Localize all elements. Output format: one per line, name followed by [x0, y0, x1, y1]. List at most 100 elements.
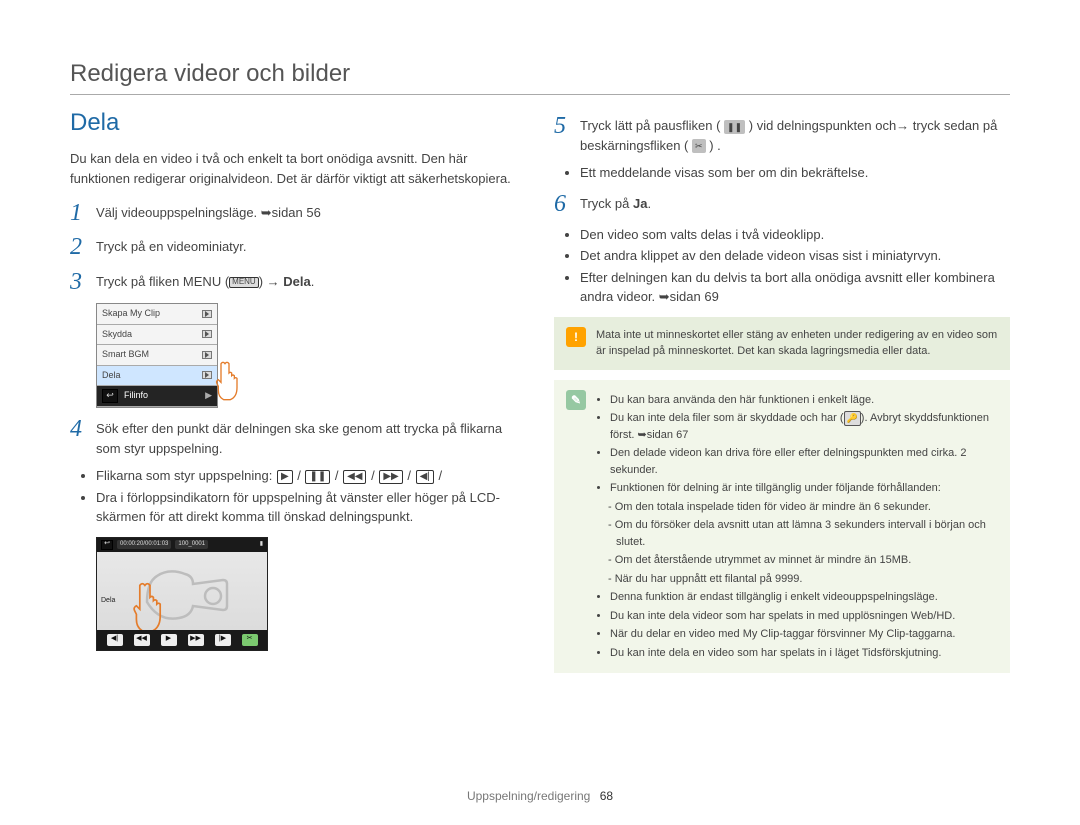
- frame-fwd-icon: |▶: [215, 634, 231, 646]
- section-title: Dela: [70, 105, 526, 141]
- bullet: Flikarna som styr uppspelning: ▶ / ❚❚ / …: [96, 466, 526, 486]
- file-name: 100_0001: [175, 540, 208, 549]
- rewind-icon: ◀◀: [134, 634, 150, 646]
- step-4: 4 Sök efter den punkt där delningen ska …: [70, 416, 526, 458]
- chevron-right-icon: [202, 330, 212, 338]
- bold-ja: Ja: [633, 196, 647, 211]
- step-2: 2 Tryck på en videominiatyr.: [70, 234, 526, 260]
- note-list: Du kan bara använda den här funktionen i…: [596, 390, 998, 664]
- forward-icon: ▶▶: [188, 634, 204, 646]
- menu-item: Skydda: [97, 325, 217, 346]
- chevron-right-icon: [202, 351, 212, 359]
- player-controls: ◀| ◀◀ ▶ ▶▶ |▶ ✂: [97, 630, 267, 650]
- step-6: 6 Tryck på Ja.: [554, 191, 1010, 217]
- step-text: Tryck lätt på pausfliken ( ❚❚ ) vid deln…: [580, 113, 1010, 155]
- menu-item-selected: Dela: [97, 366, 217, 387]
- timecode: 00:00:20/00:01:03: [117, 540, 171, 549]
- bold-dela: Dela: [283, 274, 310, 289]
- frame-back-icon: ◀|: [416, 470, 434, 484]
- text: .: [311, 274, 315, 289]
- menu-item: Skapa My Clip: [97, 304, 217, 325]
- pause-icon: ❚❚: [724, 120, 745, 134]
- step-number: 4: [70, 416, 88, 442]
- step-number: 3: [70, 269, 88, 295]
- step-text: Tryck på fliken MENU (MENU) → Dela.: [96, 269, 526, 292]
- warning-box: ! Mata inte ut minneskortet eller stäng …: [554, 317, 1010, 370]
- page-title: Redigera videor och bilder: [70, 60, 1010, 95]
- step-3: 3 Tryck på fliken MENU (MENU) → Dela.: [70, 269, 526, 295]
- bullet: Ett meddelande visas som ber om din bekr…: [580, 163, 1010, 183]
- menu-label: Skydda: [102, 328, 132, 342]
- battery-icon: ▮: [260, 540, 263, 549]
- menu-label: Skapa My Clip: [102, 307, 160, 321]
- note-item: När du delar en video med My Clip-taggar…: [610, 626, 998, 643]
- step-text: Sök efter den punkt där delningen ska sk…: [96, 416, 526, 458]
- step-text: Tryck på Ja.: [580, 191, 1010, 214]
- step-number: 5: [554, 113, 572, 139]
- step-5-bullets: Ett meddelande visas som ber om din bekr…: [580, 163, 1010, 183]
- note-item: Du kan inte dela filer som är skyddade o…: [610, 410, 998, 443]
- text: ) →: [259, 274, 284, 289]
- player-label: Dela: [101, 596, 115, 607]
- warning-icon: !: [566, 327, 586, 347]
- text: ) .: [709, 138, 721, 153]
- page: Redigera videor och bilder Dela Du kan d…: [0, 0, 1080, 825]
- step-number: 1: [70, 200, 88, 226]
- intro-text: Du kan dela en video i två och enkelt ta…: [70, 149, 526, 188]
- menu-label: Dela: [102, 369, 121, 383]
- chevron-right-icon: [202, 371, 212, 379]
- menu-icon: MENU: [229, 277, 259, 288]
- footer-section: Uppspelning/redigering: [467, 789, 590, 803]
- player-body: Dela: [97, 552, 267, 630]
- note-subitem: När du har uppnått ett filantal på 9999.: [616, 571, 998, 588]
- return-icon: ↩: [101, 540, 113, 550]
- menu-label: Smart BGM: [102, 348, 149, 362]
- step-6-bullets: Den video som valts delas i två videokli…: [580, 225, 1010, 307]
- note-subitem: Om den totala inspelade tiden för video …: [616, 499, 998, 516]
- player-topbar: ↩ 00:00:20/00:01:03 100_0001 ▮: [97, 538, 267, 552]
- note-subitem: Om det återstående utrymmet av minnet är…: [616, 552, 998, 569]
- frame-back-icon: ◀|: [107, 634, 123, 646]
- cut-icon: ✂: [692, 139, 706, 153]
- rewind-icon: ◀◀: [343, 470, 366, 484]
- player-illustration: ↩ 00:00:20/00:01:03 100_0001 ▮ Dela: [96, 537, 268, 651]
- chevron-right-icon: [202, 310, 212, 318]
- bullet: Den video som valts delas i två videokli…: [580, 225, 1010, 245]
- step-5: 5 Tryck lätt på pausfliken ( ❚❚ ) vid de…: [554, 113, 1010, 155]
- note-item: Funktionen för delning är inte tillgängl…: [610, 480, 998, 497]
- step-text: Välj videouppspelningsläge. ➥sidan 56: [96, 200, 526, 223]
- step-number: 6: [554, 191, 572, 217]
- play-icon: ▶: [277, 470, 293, 484]
- content-columns: Dela Du kan dela en video i två och enke…: [70, 105, 1010, 683]
- note-item: Du kan inte dela videor som har spelats …: [610, 608, 998, 625]
- note-icon: ✎: [566, 390, 586, 410]
- menu-illustration: Skapa My Clip Skydda Smart BGM Dela ↩ Fi…: [96, 303, 218, 408]
- step-number: 2: [70, 234, 88, 260]
- forward-icon: ▶▶: [379, 470, 402, 484]
- return-icon: ↩: [102, 389, 118, 403]
- hand-pointer-icon: [133, 582, 167, 628]
- text: Du kan inte dela filer som är skyddade o…: [610, 412, 844, 424]
- play-icon: ▶: [205, 389, 212, 403]
- footer: Uppspelning/redigering 68: [0, 789, 1080, 803]
- left-column: Dela Du kan dela en video i två och enke…: [70, 105, 526, 683]
- play-icon: ▶: [161, 634, 177, 646]
- step-1: 1 Välj videouppspelningsläge. ➥sidan 56: [70, 200, 526, 226]
- note-box: ✎ Du kan bara använda den här funktionen…: [554, 380, 1010, 674]
- note-item: Den delade videon kan driva före eller e…: [610, 445, 998, 478]
- warning-text: Mata inte ut minneskortet eller stäng av…: [596, 327, 998, 360]
- menu-label: Filinfo: [124, 389, 148, 403]
- note-item: Du kan inte dela en video som har spelat…: [610, 645, 998, 662]
- note-subitem: Om du försöker dela avsnitt utan att läm…: [616, 517, 998, 550]
- bullet: Dra i förloppsindikatorn för uppspelning…: [96, 488, 526, 527]
- hand-pointer-icon: [215, 361, 243, 401]
- note-item: Denna funktion är endast tillgänglig i e…: [610, 589, 998, 606]
- text: Tryck på fliken MENU (: [96, 274, 229, 289]
- note-item: Du kan bara använda den här funktionen i…: [610, 392, 998, 409]
- pause-icon: ❚❚: [305, 470, 330, 484]
- bullet: Efter delningen kan du delvis ta bort al…: [580, 268, 1010, 307]
- text: .: [647, 196, 651, 211]
- text: Flikarna som styr uppspelning:: [96, 468, 272, 483]
- bullet: Det andra klippet av den delade videon v…: [580, 246, 1010, 266]
- menu-footer: ↩ Filinfo ▶: [97, 386, 217, 407]
